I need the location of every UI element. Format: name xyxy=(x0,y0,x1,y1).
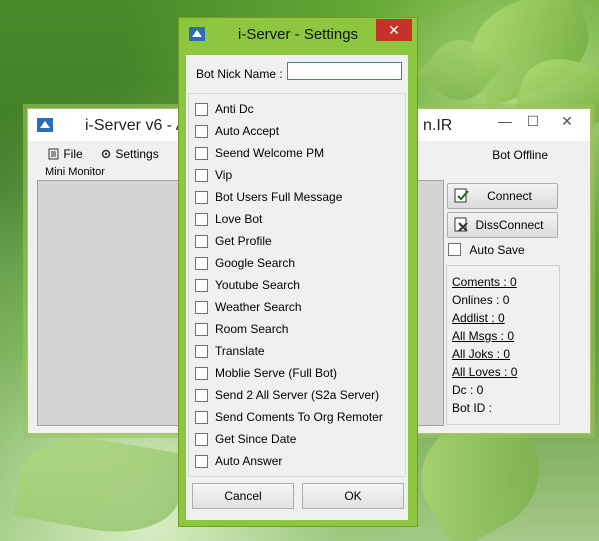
checkbox-box[interactable] xyxy=(195,411,208,424)
file-icon xyxy=(48,148,59,160)
option-label: Love Bot xyxy=(215,212,263,226)
checkbox-box[interactable] xyxy=(195,213,208,226)
nick-name-label: Bot Nick Name : xyxy=(196,67,283,81)
checkbox-box[interactable] xyxy=(195,323,208,336)
auto-save-label: Auto Save xyxy=(469,243,525,257)
option-label: Auto Accept xyxy=(215,124,280,138)
checkbox-box[interactable] xyxy=(195,367,208,380)
menu-settings[interactable]: Settings xyxy=(100,147,159,161)
settings-body: Bot Nick Name : Anti Dc Auto Accept Seend … xyxy=(186,55,408,520)
stat-dc: Dc : 0 xyxy=(452,383,484,397)
option-label: Youtube Search xyxy=(215,278,300,292)
checkbox-box[interactable] xyxy=(195,301,208,314)
option-label: Get Profile xyxy=(215,234,272,248)
nick-name-input[interactable] xyxy=(287,62,402,80)
option-label: Get Since Date xyxy=(215,432,297,446)
options-group: Anti Dc Auto Accept Seend Welcome PM Vip Bot… xyxy=(188,93,406,477)
option-label: Send 2 All Server (S2a Server) xyxy=(215,388,380,402)
auto-save-checkbox[interactable]: Auto Save xyxy=(448,243,525,257)
stat-bot-id: Bot ID : xyxy=(452,401,493,415)
stat-coments[interactable]: Coments : 0 xyxy=(452,275,517,289)
connect-button[interactable]: Connect xyxy=(447,183,558,209)
checkbox-box[interactable] xyxy=(195,455,208,468)
option-label: Weather Search xyxy=(215,300,302,314)
maximize-button[interactable]: ☐ xyxy=(520,113,546,133)
checkbox-box[interactable] xyxy=(195,147,208,160)
settings-title: i-Server - Settings xyxy=(238,26,359,43)
option-label: Google Search xyxy=(215,256,296,270)
connect-label: Connect xyxy=(487,189,532,203)
checkbox-box[interactable] xyxy=(195,389,208,402)
gear-icon xyxy=(101,149,111,159)
cancel-button[interactable]: Cancel xyxy=(192,483,294,509)
option-label: Vip xyxy=(215,168,233,182)
app-icon xyxy=(37,118,53,132)
menu-file[interactable]: File xyxy=(48,147,83,161)
option-label: Room Search xyxy=(215,322,289,336)
option-label: Translate xyxy=(215,344,265,358)
menu-file-label: File xyxy=(63,147,83,161)
main-window-title-tail: n.IR xyxy=(423,117,453,134)
checkbox-box[interactable] xyxy=(195,235,208,248)
settings-close-button[interactable]: ✕ xyxy=(376,19,412,41)
close-button[interactable]: ✕ xyxy=(554,113,580,133)
connect-icon xyxy=(454,188,469,203)
checkbox-box[interactable] xyxy=(195,191,208,204)
settings-dialog: i-Server - Settings ✕ Bot Nick Name : An… xyxy=(178,17,418,527)
option-label: Anti Dc xyxy=(215,102,254,116)
checkbox-box[interactable] xyxy=(195,279,208,292)
stat-all-msgs[interactable]: All Msgs : 0 xyxy=(452,329,514,343)
checkbox-box[interactable] xyxy=(195,257,208,270)
stat-all-joks[interactable]: All Joks : 0 xyxy=(452,347,510,361)
disconnect-icon xyxy=(454,217,468,232)
mini-monitor-label: Mini Monitor xyxy=(43,166,107,178)
stat-onlines: Onlines : 0 xyxy=(452,293,510,307)
checkbox-box[interactable] xyxy=(195,125,208,138)
checkbox-box[interactable] xyxy=(195,345,208,358)
main-window-title: i-Server v6 - A xyxy=(85,117,187,134)
app-icon xyxy=(189,27,205,41)
stats-panel: Coments : 0 Onlines : 0 Addlist : 0 All … xyxy=(446,265,560,425)
auto-save-box[interactable] xyxy=(448,243,461,256)
ok-button[interactable]: OK xyxy=(302,483,404,509)
checkbox-box[interactable] xyxy=(195,103,208,116)
stat-all-loves[interactable]: All Loves : 0 xyxy=(452,365,517,379)
disconnect-button[interactable]: DissConnect xyxy=(447,212,558,238)
checkbox-box[interactable] xyxy=(195,169,208,182)
option-label: Bot Users Full Message xyxy=(215,190,343,204)
option-label: Moblie Serve (Full Bot) xyxy=(215,366,338,380)
menu-settings-label: Settings xyxy=(115,147,159,161)
option-label: Seend Welcome PM xyxy=(215,146,325,160)
bot-status: Bot Offline xyxy=(492,148,548,162)
option-label: Send Coments To Org Remoter xyxy=(215,410,383,424)
minimize-button[interactable]: — xyxy=(492,113,518,133)
settings-titlebar: i-Server - Settings ✕ xyxy=(179,18,417,48)
leaf-decoration xyxy=(13,426,187,541)
checkbox-box[interactable] xyxy=(195,433,208,446)
disconnect-label: DissConnect xyxy=(475,218,544,232)
stat-addlist[interactable]: Addlist : 0 xyxy=(452,311,505,325)
option-label: Auto Answer xyxy=(215,454,283,468)
